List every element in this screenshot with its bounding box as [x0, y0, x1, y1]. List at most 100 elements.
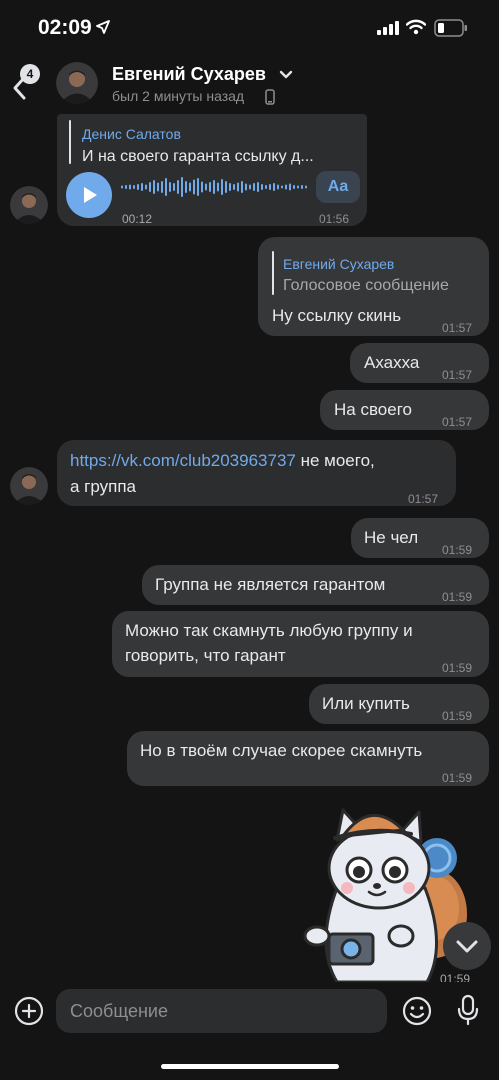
waveform-bar: [281, 185, 283, 189]
arrow-down-icon: [456, 940, 478, 953]
message-text: https://vk.com/club203963737 не моего,: [70, 448, 375, 474]
waveform-bar: [225, 181, 227, 193]
message-text-part: не моего,: [295, 451, 375, 470]
waveform-bar: [153, 180, 155, 194]
message-time: 01:59: [440, 972, 471, 982]
microphone-icon[interactable]: [456, 994, 480, 1026]
waveform-bar: [245, 183, 247, 191]
waveform-bar: [133, 185, 135, 189]
waveform-bar: [181, 177, 183, 197]
voice-waveform[interactable]: [121, 174, 315, 200]
waveform-bar: [165, 178, 167, 196]
back-button[interactable]: 4: [6, 62, 44, 106]
waveform-bar: [157, 182, 159, 192]
waveform-bar: [261, 184, 263, 190]
message-time: 01:57: [408, 492, 439, 506]
message-link[interactable]: https://vk.com/club203963737: [70, 451, 296, 470]
plus-circle-icon[interactable]: [14, 996, 44, 1026]
waveform-bar: [253, 183, 255, 191]
outgoing-message-bubble[interactable]: На своего 01:57: [320, 390, 489, 430]
emoji-icon[interactable]: [402, 996, 432, 1026]
home-indicator: [161, 1064, 339, 1069]
waveform-bar: [233, 184, 235, 190]
message-time: 01:57: [442, 368, 473, 382]
voice-duration: 00:12: [122, 212, 153, 226]
message-text: Или купить: [322, 694, 410, 713]
outgoing-message-bubble[interactable]: Или купить 01:59: [309, 684, 489, 724]
battery-icon: [434, 19, 467, 37]
message-time: 01:59: [442, 590, 473, 604]
scroll-down-button[interactable]: [443, 922, 491, 970]
waveform-bar: [137, 184, 139, 190]
message-text: Ахахха: [364, 353, 420, 372]
outgoing-message-bubble[interactable]: Ахахха 01:57: [350, 343, 489, 383]
signal-icon: [377, 21, 399, 35]
waveform-bar: [177, 180, 179, 194]
waveform-bar: [217, 182, 219, 192]
message-time: 01:59: [442, 771, 473, 785]
message-time: 01:59: [442, 661, 473, 675]
phone-icon: [265, 89, 275, 105]
waveform-bar: [269, 184, 271, 190]
waveform-bar: [209, 182, 211, 192]
outgoing-message-bubble[interactable]: Не чел 01:59: [351, 518, 489, 558]
waveform-bar: [201, 181, 203, 193]
play-button[interactable]: [66, 172, 112, 218]
waveform-bar: [237, 182, 239, 192]
status-bar: 02:09: [0, 0, 499, 56]
waveform-bar: [249, 184, 251, 190]
waveform-bar: [285, 184, 287, 190]
reply-quote-bar: [69, 120, 71, 164]
waveform-bar: [241, 181, 243, 193]
location-arrow-icon: [96, 20, 110, 34]
reply-text: И на своего гаранта ссылку д...: [82, 148, 314, 165]
message-input[interactable]: [56, 989, 387, 1033]
waveform-bar: [213, 180, 215, 194]
waveform-bar: [257, 182, 259, 192]
message-text: Не чел: [364, 528, 419, 547]
waveform-bar: [173, 183, 175, 191]
contact-name[interactable]: Евгений Сухарев: [112, 64, 266, 85]
status-time: 02:09: [38, 16, 92, 39]
last-seen-status: был 2 минуты назад: [112, 88, 245, 104]
message-list[interactable]: Денис Салатов И на своего гаранта ссылку…: [0, 114, 499, 982]
waveform-bar: [277, 184, 279, 190]
waveform-bar: [265, 185, 267, 189]
sender-avatar[interactable]: [10, 467, 48, 505]
contact-avatar[interactable]: [56, 62, 98, 104]
message-time: 01:59: [442, 709, 473, 723]
outgoing-message-bubble[interactable]: Группа не является гарантом 01:59: [142, 565, 489, 605]
chat-header: 4 Евгений Сухарев был 2 минуты назад: [0, 56, 499, 114]
outgoing-message-bubble[interactable]: Но в твоём случае скорее скамнуть 01:59: [127, 731, 489, 786]
play-icon: [84, 187, 97, 203]
waveform-bar: [129, 184, 131, 190]
message-time: 01:59: [442, 543, 473, 557]
waveform-bar: [305, 185, 307, 189]
message-time: 01:57: [442, 321, 473, 335]
message-text: Но в твоём случае скорее скамнуть: [140, 741, 423, 760]
waveform-bar: [197, 178, 199, 196]
chevron-down-icon[interactable]: [279, 70, 293, 80]
message-text: Можно так скамнуть любую группу и: [125, 621, 413, 640]
waveform-bar: [189, 182, 191, 192]
voice-message-bubble[interactable]: Денис Салатов И на своего гаранта ссылку…: [57, 114, 367, 226]
waveform-bar: [229, 183, 231, 191]
message-text: говорить, что гарант: [125, 646, 286, 665]
transcribe-button[interactable]: Aa: [316, 171, 360, 203]
message-text: Группа не является гарантом: [155, 575, 386, 594]
waveform-bar: [297, 185, 299, 189]
reply-quote-bar: [272, 251, 274, 295]
outgoing-message-bubble[interactable]: Можно так скамнуть любую группу и говори…: [112, 611, 489, 677]
message-text: а группа: [70, 477, 137, 496]
outgoing-message-bubble[interactable]: Евгений Сухарев Голосовое сообщение Ну с…: [258, 237, 489, 336]
sender-avatar[interactable]: [10, 186, 48, 224]
waveform-bar: [273, 183, 275, 191]
waveform-bar: [161, 181, 163, 193]
message-composer: [0, 982, 499, 1080]
incoming-message-bubble[interactable]: https://vk.com/club203963737 не моего, а…: [57, 440, 456, 506]
waveform-bar: [289, 183, 291, 191]
waveform-bar: [293, 185, 295, 189]
message-text: На своего: [334, 400, 412, 419]
waveform-bar: [169, 182, 171, 192]
waveform-bar: [121, 185, 123, 189]
